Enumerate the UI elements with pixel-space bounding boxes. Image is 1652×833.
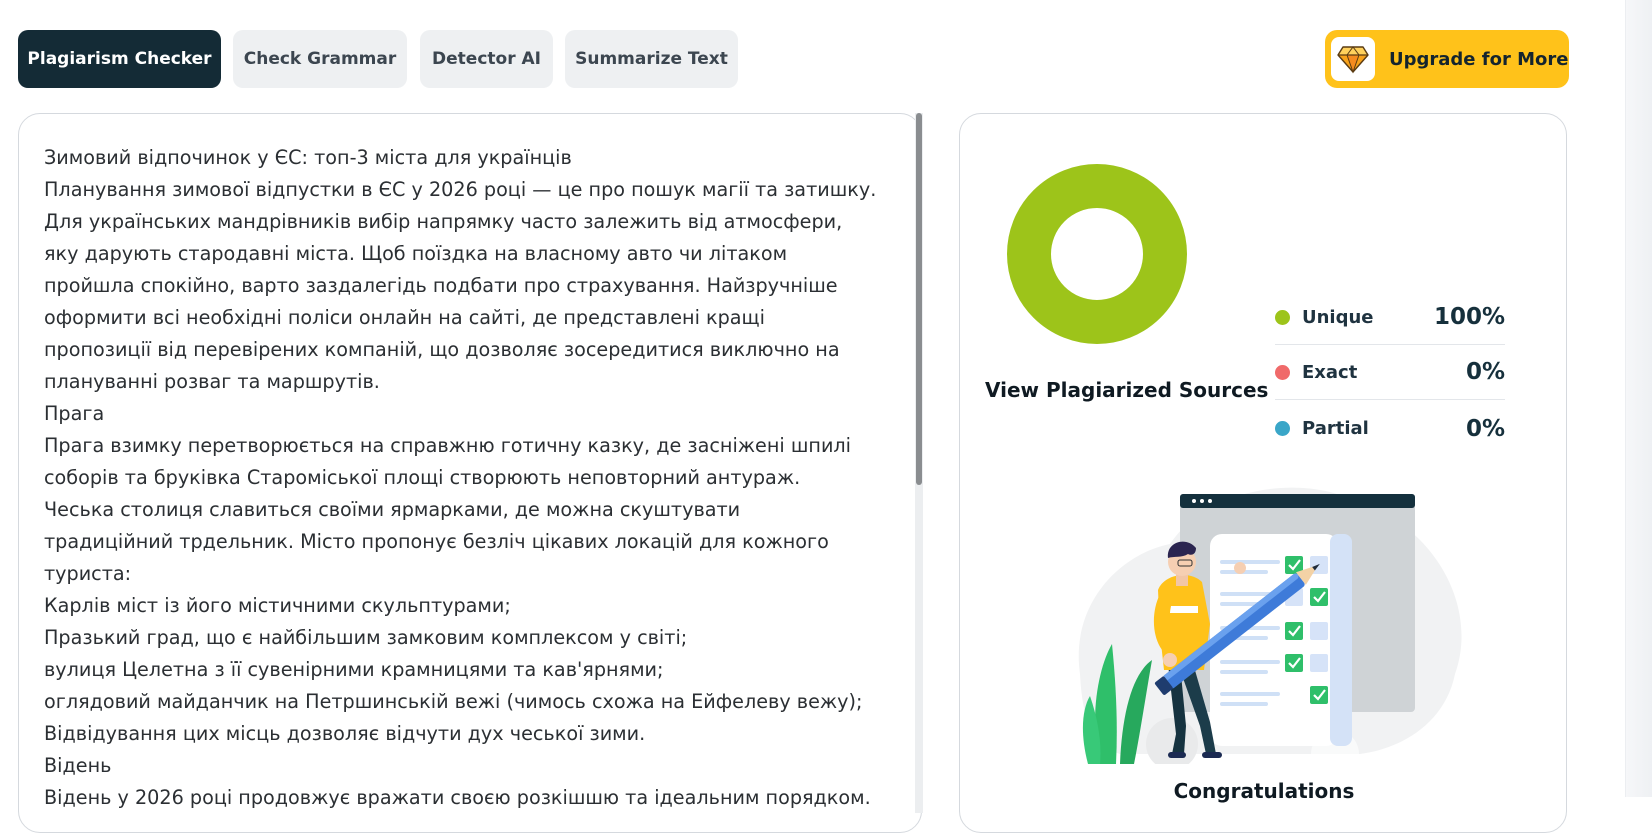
upgrade-button[interactable]: Upgrade for More <box>1325 30 1569 88</box>
exact-dot-icon <box>1275 364 1290 380</box>
editor-line: Для українських мандрівників вибір напря… <box>44 210 843 233</box>
legend-percent: 0% <box>1465 415 1505 442</box>
editor-line: туриста: <box>44 562 132 585</box>
legend-percent: 0% <box>1465 359 1505 385</box>
editor-line: Планування зимової відпустки в ЄС у 2026… <box>44 178 877 201</box>
editor-line: Відень у 2026 році продовжує вражати сво… <box>44 786 871 809</box>
legend-name: Partial <box>1302 418 1369 439</box>
editor-line: плануванні розваг та маршрутів. <box>44 370 380 393</box>
congratulations-heading: Congratulations <box>1173 779 1355 803</box>
editor-line: Відень <box>44 754 112 777</box>
legend-name: Unique <box>1302 306 1374 328</box>
editor-line: оглядовий майданчик на Петршинській вежі… <box>44 690 863 713</box>
editor-line: пропозиції від перевірених компаній, що … <box>44 338 840 361</box>
editor-line: пройшла спокійно, варто заздалегідь подб… <box>44 274 838 297</box>
unique-dot-icon <box>1275 309 1290 325</box>
editor-line: Чеська столиця славиться своїми ярмаркам… <box>44 498 741 521</box>
donut-slice-unique <box>1007 164 1187 344</box>
view-plagiarized-sources[interactable]: View Plagiarized Sources <box>985 378 1268 402</box>
originality-donut-chart <box>1007 164 1187 344</box>
checklist-illustration <box>1078 487 1462 764</box>
upgrade-label: Upgrade for More <box>1389 48 1569 70</box>
tab-plagiarism-checker[interactable]: Plagiarism Checker <box>18 30 221 88</box>
editor-line: Відвідування цих місць дозволяє відчути … <box>44 722 646 745</box>
legend-row-exact: Exact 0% <box>1275 345 1505 400</box>
editor-line: Прага <box>44 402 105 425</box>
editor-line: Прага взимку перетворюється на справжню … <box>44 434 852 457</box>
editor-line: соборів та бруківка Староміської площі с… <box>44 466 801 489</box>
editor-text[interactable]: Зимовий відпочинок у ЄС: топ-3 міста для… <box>44 142 919 814</box>
legend-row-partial: Partial 0% <box>1275 401 1505 456</box>
editor-line: Празький град, що є найбільшим замковим … <box>44 626 688 649</box>
editor-line: оформити всі необхідні поліси онлайн на … <box>44 306 765 329</box>
results-panel: Unique 100% Exact 0% Partial 0% View Pla… <box>959 113 1567 833</box>
editor-line: яку дарують стародавні міста. Щоб поїздк… <box>44 242 788 265</box>
legend-percent: 100% <box>1433 304 1505 330</box>
editor-scrollbar-thumb[interactable] <box>916 113 922 485</box>
editor-line: вулиця Целетна з її сувенірними крамниця… <box>44 658 664 681</box>
editor-line: Карлів міст із його містичними скульптур… <box>44 594 511 617</box>
editor-line: Зимовий відпочинок у ЄС: топ-3 міста для… <box>44 146 572 169</box>
page-right-edge <box>1625 0 1652 797</box>
tab-check-grammar[interactable]: Check Grammar <box>233 30 407 88</box>
legend-row-unique: Unique 100% <box>1275 290 1505 345</box>
text-editor[interactable]: Зимовий відпочинок у ЄС: топ-3 міста для… <box>18 113 922 833</box>
diamond-icon <box>1331 37 1375 81</box>
editor-line: традиційний трдельник. Місто пропонує бе… <box>44 530 829 553</box>
partial-dot-icon <box>1275 421 1290 436</box>
tab-detector-ai[interactable]: Detector AI <box>420 30 553 88</box>
legend-name: Exact <box>1302 361 1358 383</box>
tab-summarize-text[interactable]: Summarize Text <box>565 30 738 88</box>
